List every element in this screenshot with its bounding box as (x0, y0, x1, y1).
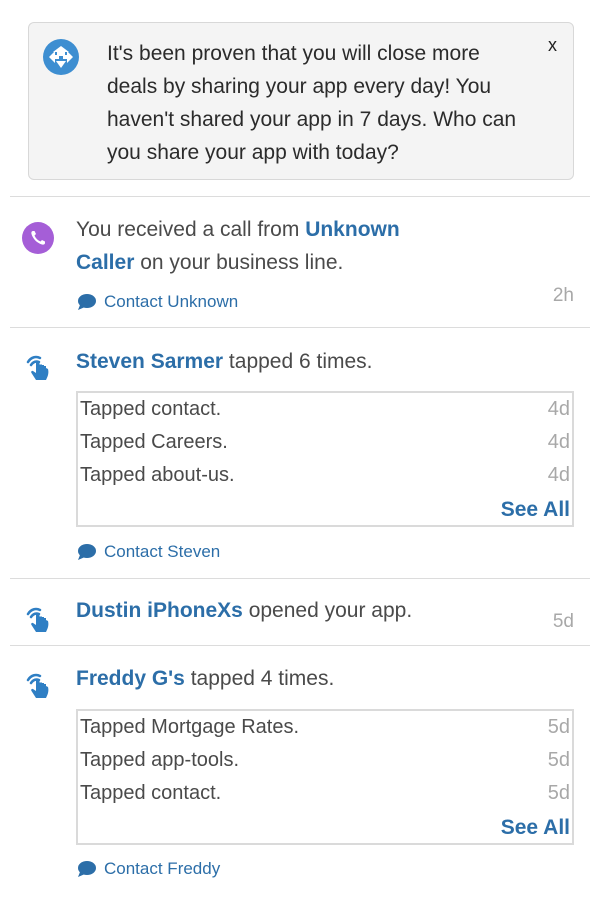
activity-time: 5d (547, 716, 570, 738)
activity-time: 5d (547, 749, 570, 771)
taps-description: Steven Sarmer tapped 6 times. (76, 345, 556, 378)
activity-row: Tapped app-tools. 5d (78, 744, 572, 777)
tip-message: It's been proven that you will close mor… (107, 42, 517, 164)
activity-label: Tapped about-us. (80, 464, 235, 486)
divider (10, 196, 590, 197)
call-time: 2h (552, 285, 574, 306)
activity-row: Tapped Careers. 4d (78, 426, 572, 459)
call-prefix: You received a call from (76, 218, 306, 241)
contact-label: Contact Steven (104, 542, 221, 561)
activity-row: Tapped contact. 5d (78, 777, 572, 810)
phone-icon (22, 222, 54, 254)
chat-bubble-icon (78, 294, 96, 310)
activity-label: Tapped contact. (80, 782, 222, 804)
contact-name-link[interactable]: Steven Sarmer (76, 350, 223, 373)
open-description: Dustin iPhoneXs opened your app. (76, 594, 506, 627)
activity-time: 5d (547, 782, 570, 804)
activity-label: Tapped app-tools. (80, 749, 240, 771)
contact-label: Contact Unknown (104, 292, 239, 311)
see-all-button[interactable]: See All (501, 816, 570, 840)
activity-label: Tapped Mortgage Rates. (80, 716, 300, 738)
activity-list: Tapped contact. 4d Tapped Careers. 4d Ta… (76, 391, 574, 527)
share-tip-banner: It's been proven that you will close mor… (28, 22, 574, 180)
contact-name-link[interactable]: Freddy G's (76, 667, 185, 690)
activity-time: 4d (547, 464, 570, 486)
share-app-icon (43, 39, 79, 75)
activity-label: Tapped Careers. (80, 431, 228, 453)
contact-name-link[interactable]: Dustin iPhoneXs (76, 599, 243, 622)
open-time: 5d (552, 611, 574, 632)
divider (10, 645, 590, 646)
activity-feed-screen: It's been proven that you will close mor… (0, 0, 600, 900)
taps-suffix: tapped 6 times. (223, 350, 373, 373)
activity-time: 4d (547, 398, 570, 420)
activity-list: Tapped Mortgage Rates. 5d Tapped app-too… (76, 709, 574, 845)
taps-suffix: tapped 4 times. (184, 667, 335, 690)
divider (10, 327, 590, 328)
chat-bubble-icon (78, 861, 96, 877)
call-suffix: on your business line. (134, 251, 344, 274)
activity-row: Tapped contact. 4d (78, 393, 572, 426)
contact-unknown-link[interactable]: Contact Unknown (77, 292, 238, 312)
activity-time: 4d (547, 431, 570, 453)
tap-hand-icon (22, 352, 54, 384)
contact-freddy-link[interactable]: Contact Freddy (77, 859, 220, 879)
tap-hand-icon (22, 670, 54, 702)
see-all-button[interactable]: See All (501, 498, 570, 522)
contact-steven-link[interactable]: Contact Steven (77, 542, 220, 562)
chat-bubble-icon (78, 544, 96, 560)
close-tip-button[interactable]: x (548, 35, 557, 56)
open-suffix: opened your app. (242, 599, 413, 622)
contact-label: Contact Freddy (104, 859, 221, 878)
call-description: You received a call from Unknown Caller … (76, 213, 436, 279)
activity-row: Tapped about-us. 4d (78, 459, 572, 492)
taps-description: Freddy G's tapped 4 times. (76, 662, 556, 695)
activity-row: Tapped Mortgage Rates. 5d (78, 711, 572, 744)
tap-hand-icon (22, 604, 54, 636)
activity-label: Tapped contact. (80, 398, 222, 420)
divider (10, 578, 590, 579)
